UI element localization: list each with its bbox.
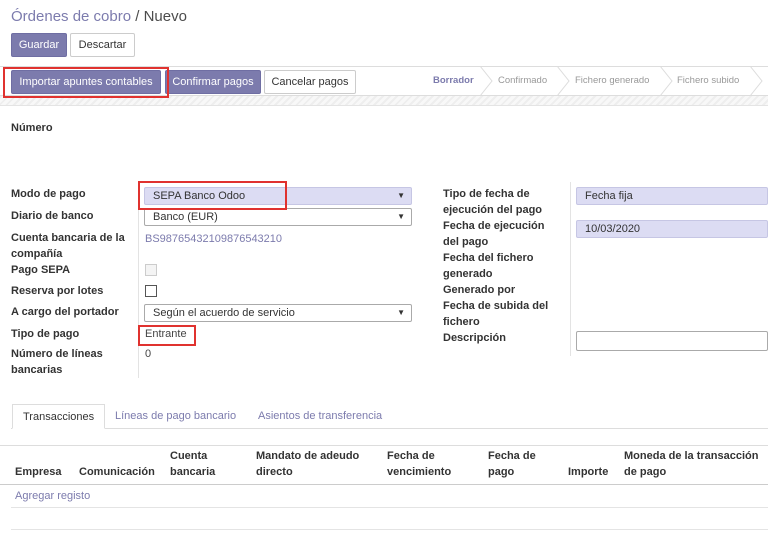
dropdown-arrow-icon: ▼ [397,191,405,200]
generated-by-label: Generado por [443,284,516,296]
charge-bearer-value: Según el acuerdo de servicio [153,307,295,319]
tab-transfer-entries[interactable]: Asientos de transferencia [258,404,382,429]
date-scheduled-input[interactable]: 10/03/2020 [576,220,768,238]
company-account-label: Cuenta bancaria de la compañía [11,232,125,260]
field-separator [570,182,571,356]
date-uploaded-label: Fecha de subida del fichero [443,300,549,328]
description-input[interactable] [576,331,768,351]
sepa-payment-checkbox [145,264,157,276]
date-prefered-value: Fecha fija [585,190,633,202]
payment-type-label: Tipo de pago [11,328,80,340]
tab-transactions[interactable]: Transacciones [12,404,106,429]
cancel-payments-button[interactable]: Cancelar pagos [264,70,356,94]
dropdown-arrow-icon: ▼ [397,212,405,221]
table-row-divider [11,529,768,530]
date-scheduled-value: 10/03/2020 [585,223,641,235]
payment-mode-select[interactable]: SEPA Banco Odoo ▼ [144,187,412,205]
bank-lines-count-value: 0 [145,348,152,360]
date-generated-label: Fecha del fichero generado [443,252,534,280]
breadcrumb-parent-link[interactable]: Órdenes de cobro [11,8,131,25]
payment-mode-label: Modo de pago [11,188,86,200]
tab-bank-payment-lines[interactable]: Líneas de pago bancario [115,404,236,429]
discard-button[interactable]: Descartar [70,33,135,57]
breadcrumb: Órdenes de cobro / Nuevo [11,8,187,25]
column-header[interactable]: Empresa [15,464,61,480]
column-header[interactable]: Comunicación [79,464,155,480]
breadcrumb-separator: / [131,8,144,25]
charge-bearer-label: A cargo del portador [11,306,119,318]
status-step-file-generated[interactable]: Fichero generado [575,66,649,96]
sheet-top-background [0,96,768,106]
import-entries-button[interactable]: Importar apuntes contables [11,70,161,94]
sepa-payment-label: Pago SEPA [11,264,71,276]
payment-mode-value: SEPA Banco Odoo [153,190,246,202]
column-header[interactable]: Fecha de pago [488,448,548,480]
save-button[interactable]: Guardar [11,33,67,57]
status-separator-icon [659,66,673,96]
bank-journal-select[interactable]: Banco (EUR) ▼ [144,208,412,226]
bank-lines-count-label: Número de líneas bancarias [11,348,103,376]
column-header[interactable]: Importe [568,464,608,480]
charge-bearer-select[interactable]: Según el acuerdo de servicio ▼ [144,304,412,322]
date-scheduled-label: Fecha de ejecución del pago [443,220,545,248]
confirm-payments-button[interactable]: Confirmar pagos [165,70,261,94]
table-row-divider [11,507,768,508]
number-label: Número [11,122,53,134]
company-account-link[interactable]: BS98765432109876543210 [145,231,282,247]
status-separator-icon [749,66,763,96]
description-label: Descripción [443,332,506,344]
batch-booking-checkbox[interactable] [145,285,157,297]
bank-journal-value: Banco (EUR) [153,211,218,223]
date-prefered-label: Tipo de fecha de ejecución del pago [443,188,543,216]
field-separator [138,182,139,378]
status-step-confirmed[interactable]: Confirmado [498,66,547,96]
dropdown-arrow-icon: ▼ [397,308,405,317]
bank-journal-label: Diario de banco [11,210,94,222]
breadcrumb-current: Nuevo [143,8,187,25]
date-prefered-select[interactable]: Fecha fija [576,187,768,205]
add-record-link[interactable]: Agregar registo [15,488,90,504]
column-header[interactable]: Fecha de vencimiento [387,448,467,480]
status-separator-icon [479,66,493,96]
status-step-file-uploaded[interactable]: Fichero subido [677,66,739,96]
column-header[interactable]: Mandato de adeudo directo [256,448,371,480]
status-separator-icon [556,66,570,96]
batch-booking-label: Reserva por lotes [11,285,104,297]
status-step-draft: Borrador [433,75,474,86]
column-header[interactable]: Cuenta bancaria [170,448,240,480]
payment-type-value: Entrante [145,328,187,340]
column-header[interactable]: Moneda de la transacción de pago [624,448,768,480]
